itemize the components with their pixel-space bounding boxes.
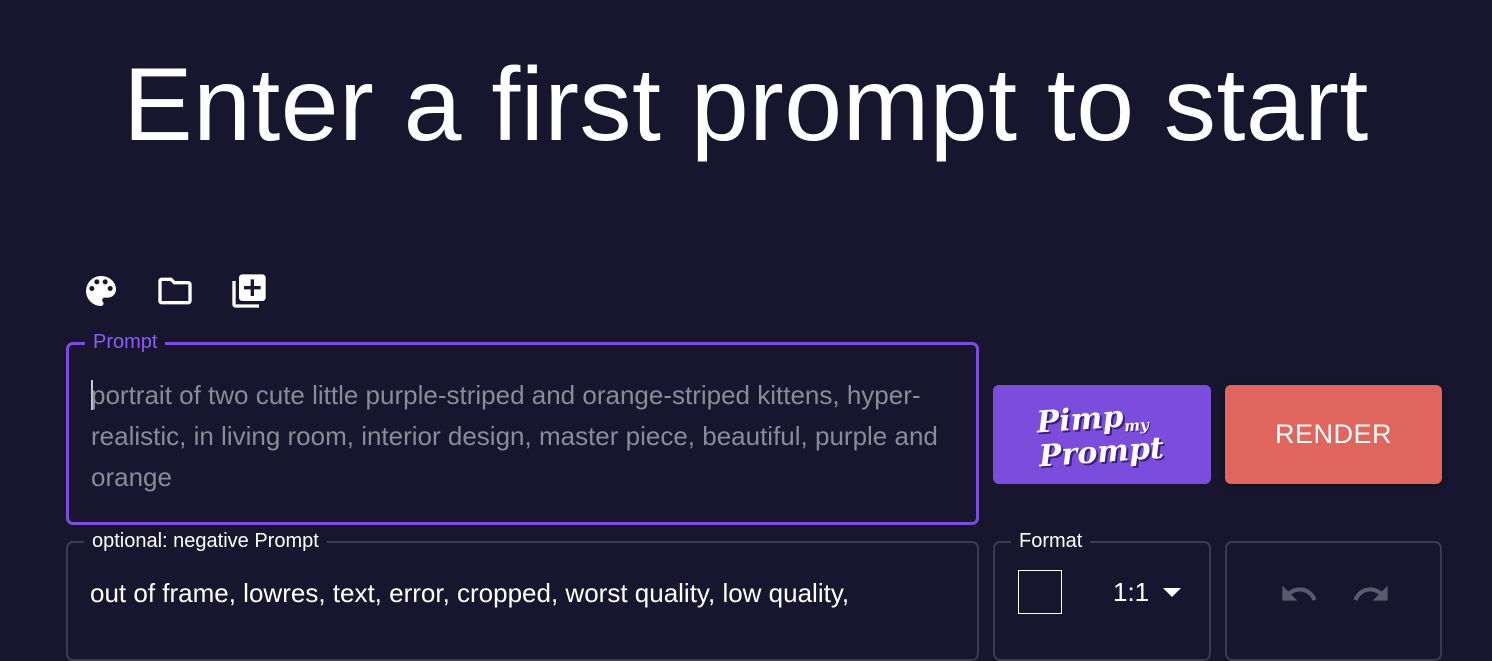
page-title: Enter a first prompt to start (123, 47, 1369, 163)
folder-icon (158, 277, 192, 305)
redo-button[interactable] (1349, 576, 1393, 612)
pimp-my-prompt-logo: Pimp Pimp my my Prompt Prompt (1035, 399, 1168, 475)
undo-button[interactable] (1277, 576, 1321, 612)
format-select[interactable]: 1:1 (1113, 577, 1182, 608)
chevron-down-icon (1163, 588, 1182, 597)
redo-icon (1353, 585, 1388, 601)
history-controls (1225, 541, 1442, 661)
pimp-my-prompt-button[interactable]: Pimp Pimp my my Prompt Prompt (993, 385, 1211, 484)
prompt-label: Prompt (85, 330, 166, 354)
prompt-placeholder: portrait of two cute little purple-strip… (91, 380, 938, 492)
format-label: Format (1011, 529, 1091, 553)
add-to-library-icon (232, 274, 266, 308)
negative-prompt-field[interactable]: optional: negative Prompt out of frame, … (66, 529, 979, 661)
render-button[interactable]: RENDER (1225, 385, 1442, 484)
format-value: 1:1 (1113, 577, 1150, 607)
palette-button[interactable] (80, 270, 122, 312)
add-to-library-button[interactable] (228, 270, 270, 312)
prompt-input[interactable]: portrait of two cute little purple-strip… (91, 375, 951, 498)
undo-icon (1282, 585, 1317, 601)
negative-prompt-label: optional: negative Prompt (84, 529, 327, 553)
open-folder-button[interactable] (154, 270, 196, 312)
aspect-ratio-preview (1018, 570, 1062, 614)
prompt-field[interactable]: Prompt portrait of two cute little purpl… (66, 330, 979, 525)
format-field: Format 1:1 (993, 529, 1211, 661)
prompt-toolbar (80, 270, 270, 312)
palette-icon (86, 276, 116, 306)
negative-prompt-input[interactable]: out of frame, lowres, text, error, cropp… (90, 573, 970, 613)
